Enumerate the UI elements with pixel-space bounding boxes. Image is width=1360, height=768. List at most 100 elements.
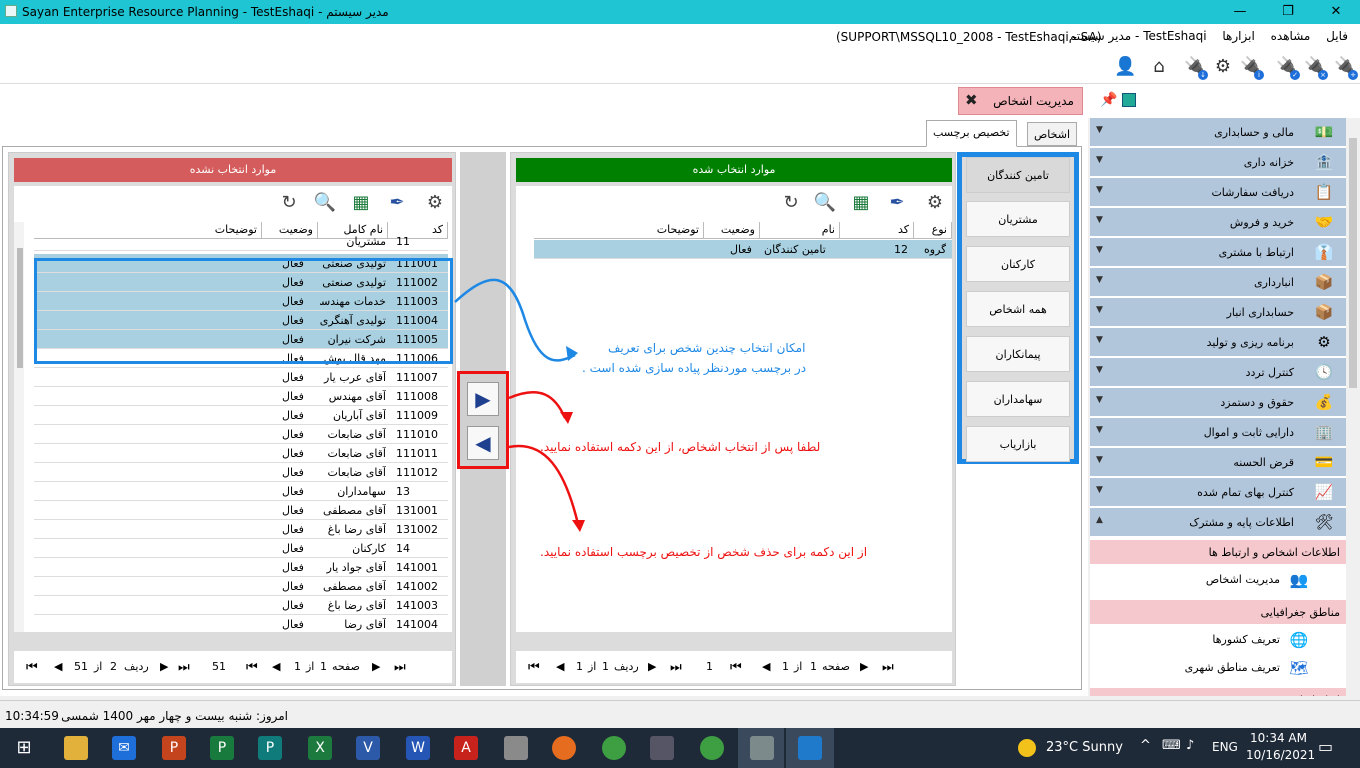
sidebar-item[interactable]: 📦 انبارداری ▼ — [1090, 268, 1346, 297]
orders-icon: 📋 — [1314, 183, 1334, 201]
tools-icon: 🛠 — [1314, 513, 1334, 531]
project-icon[interactable]: P — [210, 736, 234, 760]
network-icon[interactable]: ⌨ — [1162, 738, 1181, 753]
chevron-down-icon: ▼ — [1096, 395, 1103, 405]
sidebar-item[interactable]: 🛠 اطلاعات پایه و مشترک ▲ — [1090, 508, 1346, 537]
sidebar-item-label: حسابداری انبار — [1226, 306, 1294, 319]
weather[interactable]: 23°C Sunny — [1046, 740, 1123, 755]
money-icon: 💵 — [1314, 123, 1334, 141]
sidebar-item[interactable]: 📋 دریافت سفارشات ▼ — [1090, 178, 1346, 207]
chevron-down-icon: ▼ — [1096, 125, 1103, 135]
sidebar-item[interactable]: 🕓 کنترل تردد ▼ — [1090, 358, 1346, 387]
sidebar-group-header[interactable]: انواع ابزار — [1090, 688, 1346, 696]
language[interactable]: ENG — [1212, 740, 1238, 754]
salary-icon: 💰 — [1314, 393, 1334, 411]
sidebar-leaf[interactable]: 👥 مدیریت اشخاص — [1090, 566, 1346, 594]
sidebar-leaf-label: تعریف کشورها — [1212, 633, 1280, 646]
loan-icon: 💳 — [1314, 453, 1334, 471]
word-icon[interactable]: W — [406, 736, 430, 760]
chevron-down-icon: ▼ — [1096, 275, 1103, 285]
pdf-icon[interactable]: A — [454, 736, 478, 760]
leaf-icon: 🗺 — [1289, 659, 1309, 677]
tray-chevron-icon[interactable]: ^ — [1140, 738, 1151, 753]
sidebar: 💵 مالی و حسابداری ▼ 🏦 خزانه داری ▼ 📋 دریافت سفا… — [1090, 118, 1346, 696]
sidebar-group-title: مناطق جغرافیایی — [1260, 606, 1340, 619]
sidebar-item-label: انبارداری — [1254, 276, 1294, 289]
leaf-icon: 🌐 — [1289, 631, 1309, 649]
sidebar-group-header[interactable]: اطلاعات اشخاص و ارتباط ها — [1090, 540, 1346, 564]
handshake-icon: 🤝 — [1314, 213, 1334, 231]
status-time: 10:34:59 — [5, 709, 59, 723]
sidebar-item-label: کنترل بهای تمام شده — [1197, 486, 1294, 499]
treasury-icon: 🏦 — [1314, 153, 1334, 171]
volume-icon[interactable]: ♪ — [1186, 738, 1194, 753]
sidebar-item[interactable]: 💵 مالی و حسابداری ▼ — [1090, 118, 1346, 147]
sidebar-item[interactable]: 📈 کنترل بهای تمام شده ▼ — [1090, 478, 1346, 507]
chevron-down-icon: ▼ — [1096, 455, 1103, 465]
powerpoint-icon[interactable]: P — [162, 736, 186, 760]
chevron-down-icon: ▼ — [1096, 215, 1103, 225]
vscode-icon[interactable] — [798, 736, 822, 760]
chrome-icon[interactable] — [602, 736, 626, 760]
weather-sun-icon[interactable] — [1018, 739, 1036, 757]
sidebar-item-label: اطلاعات پایه و مشترک — [1189, 516, 1294, 529]
taskbar: ⊞ ✉ P P P X V W A 23°C Sunny ^ ⌨ ♪ ENG 1… — [0, 728, 1360, 768]
sidebar-item[interactable]: 🏢 دارایی ثابت و اموال ▼ — [1090, 418, 1346, 447]
sidebar-leaf-label: تعریف مناطق شهری — [1184, 661, 1280, 674]
gears-icon: ⚙ — [1317, 333, 1331, 351]
sidebar-leaf[interactable]: 🌐 تعریف کشورها — [1090, 626, 1346, 654]
clock-date[interactable]: 10/16/2021 — [1246, 748, 1315, 762]
chevron-down-icon: ▼ — [1096, 245, 1103, 255]
chevron-down-icon: ▼ — [1096, 365, 1103, 375]
sidebar-group-title: انواع ابزار — [1295, 694, 1340, 696]
box-icon: 📦 — [1314, 273, 1334, 291]
notifications-icon[interactable]: ▭ — [1318, 737, 1333, 756]
annotation-multi-line1: امکان انتخاب چندین شخص برای تعریف — [608, 341, 806, 355]
clock-time[interactable]: 10:34 AM — [1250, 731, 1307, 745]
building-icon: 🏢 — [1314, 423, 1334, 441]
annotation-multi-line2: در برچسب موردنظر پیاده سازی شده است . — [582, 361, 807, 375]
file-explorer-icon[interactable] — [64, 736, 88, 760]
firefox-icon[interactable] — [552, 736, 576, 760]
sidebar-item-label: مالی و حسابداری — [1214, 126, 1294, 139]
sayan-icon[interactable] — [750, 736, 774, 760]
sidebar-item-label: کنترل تردد — [1245, 366, 1294, 379]
chevron-down-icon: ▼ — [1096, 335, 1103, 345]
sidebar-item-label: دارایی ثابت و اموال — [1203, 426, 1294, 439]
sidebar-group-title: اطلاعات اشخاص و ارتباط ها — [1208, 546, 1340, 559]
sidebar-item[interactable]: ⚙ برنامه ریزی و تولید ▼ — [1090, 328, 1346, 357]
chevron-down-icon: ▼ — [1096, 185, 1103, 195]
status-bar: امروز: شنبه بیست و چهار مهر 1400 شمسی 10… — [0, 700, 1360, 728]
mail-icon[interactable]: ✉ — [112, 736, 136, 760]
publisher-icon[interactable]: P — [258, 736, 282, 760]
sidebar-item-label: خزانه داری — [1243, 156, 1294, 169]
chevron-down-icon: ▼ — [1096, 305, 1103, 315]
clock-icon: 🕓 — [1314, 363, 1334, 381]
sidebar-leaf[interactable]: 🗺 تعریف مناطق شهری — [1090, 654, 1346, 682]
excel-icon[interactable]: X — [308, 736, 332, 760]
chevron-down-icon: ▼ — [1096, 155, 1103, 165]
boxes-icon: 📦 — [1314, 303, 1334, 321]
sidebar-scrollbar[interactable] — [1346, 118, 1360, 696]
sidebar-item[interactable]: 🏦 خزانه داری ▼ — [1090, 148, 1346, 177]
visio-icon[interactable]: V — [356, 736, 380, 760]
windows-start-icon[interactable]: ⊞ — [12, 736, 36, 760]
sidebar-item-label: دریافت سفارشات — [1211, 186, 1294, 199]
sidebar-item[interactable]: 💳 قرض الحسنه ▼ — [1090, 448, 1346, 477]
sidebar-item[interactable]: 💰 حقوق و دستمزد ▼ — [1090, 388, 1346, 417]
leaf-icon: 👥 — [1289, 571, 1309, 589]
sidebar-leaf-label: مدیریت اشخاص — [1205, 573, 1280, 586]
sidebar-item[interactable]: 📦 حسابداری انبار ▼ — [1090, 298, 1346, 327]
sidebar-item-label: ارتباط با مشتری — [1218, 246, 1294, 259]
chevron-down-icon: ▲ — [1096, 515, 1103, 525]
chevron-down-icon: ▼ — [1096, 425, 1103, 435]
snip-tool-icon[interactable] — [650, 736, 674, 760]
app-icon-generic[interactable] — [504, 736, 528, 760]
sidebar-group-header[interactable]: مناطق جغرافیایی — [1090, 600, 1346, 624]
sidebar-item-label: حقوق و دستمزد — [1220, 396, 1294, 409]
sidebar-item[interactable]: 🤝 خرید و فروش ▼ — [1090, 208, 1346, 237]
chrome-icon-2[interactable] — [700, 736, 724, 760]
sidebar-item[interactable]: 👔 ارتباط با مشتری ▼ — [1090, 238, 1346, 267]
sidebar-item-label: خرید و فروش — [1229, 216, 1294, 229]
status-date: امروز: شنبه بیست و چهار مهر 1400 شمسی — [61, 709, 288, 723]
